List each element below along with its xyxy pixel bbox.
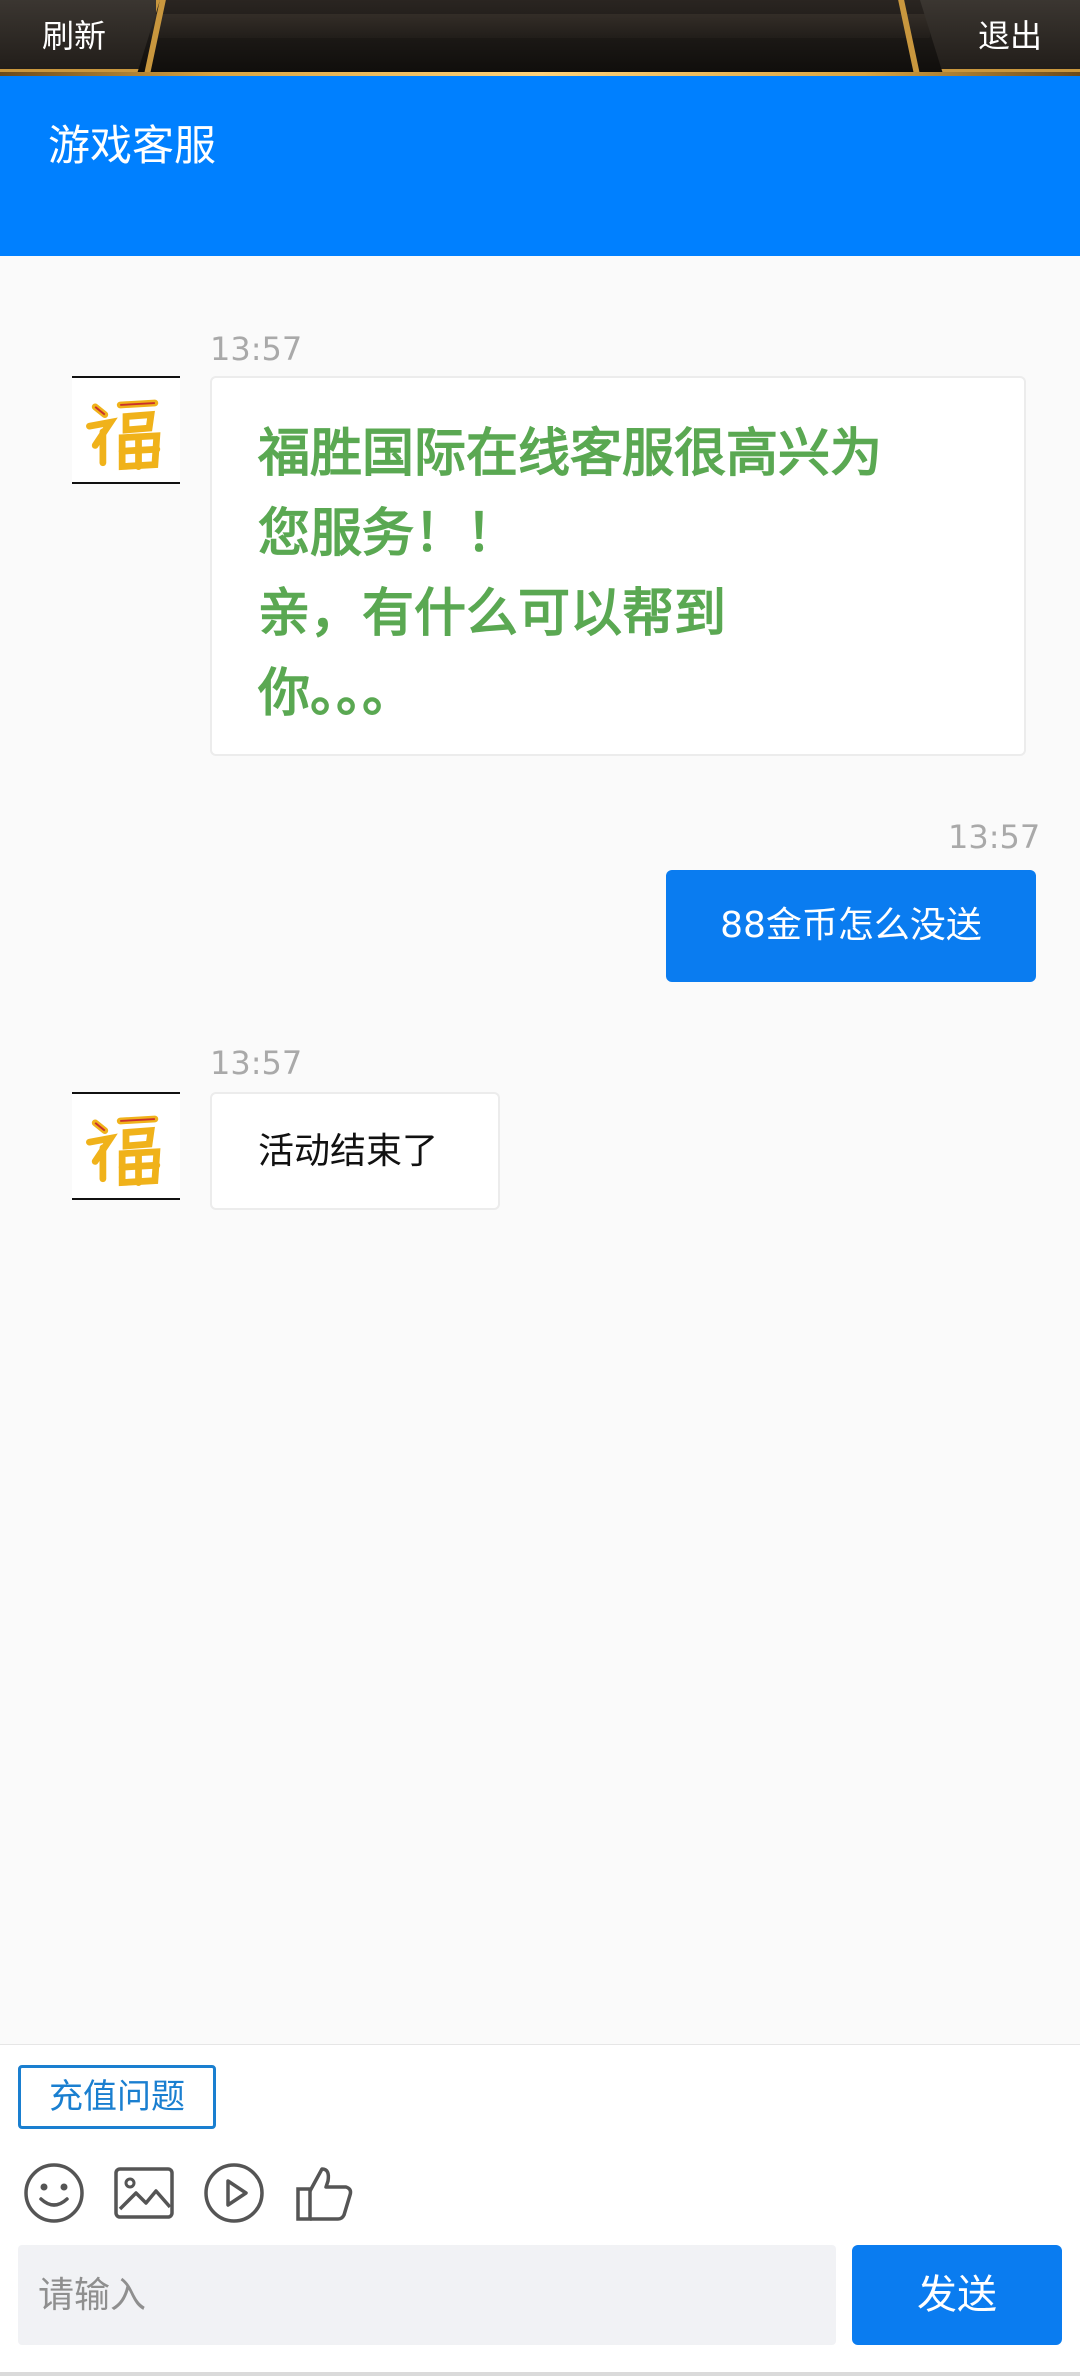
agent-message-bubble: 福胜国际在线客服很高兴为 您服务！！ 亲，有什么可以帮到 你。。。 bbox=[210, 376, 1026, 756]
exit-button[interactable]: 退出 bbox=[920, 0, 1080, 72]
top-bar-center bbox=[150, 14, 930, 38]
video-icon[interactable] bbox=[202, 2161, 266, 2225]
message-time: 13:57 bbox=[210, 1044, 303, 1082]
message-text: 活动结束了 bbox=[258, 1131, 439, 1172]
greeting-text: 福胜国际在线客服很高兴为 您服务！！ 亲，有什么可以帮到 你。。。 bbox=[258, 424, 883, 724]
send-button[interactable]: 发送 bbox=[852, 2245, 1062, 2345]
input-panel: 充值问题 请输入 发送 bbox=[0, 2044, 1080, 2376]
chat-page: 刷新 退出 游戏客服 13:57 福胜国际在线客服很高兴为 您服务！！ 亲，有什… bbox=[0, 0, 1080, 2376]
emoji-icon[interactable] bbox=[22, 2161, 86, 2225]
agent-avatar bbox=[72, 1092, 180, 1200]
refresh-button[interactable]: 刷新 bbox=[0, 0, 160, 72]
fu-avatar-icon bbox=[74, 378, 178, 482]
thumbs-up-icon[interactable] bbox=[292, 2161, 356, 2225]
bottom-divider bbox=[0, 2372, 1080, 2376]
agent-avatar bbox=[72, 376, 180, 484]
chat-header: 游戏客服 bbox=[0, 76, 1080, 256]
fu-avatar-icon bbox=[74, 1094, 178, 1198]
quick-reply-recharge-button[interactable]: 充值问题 bbox=[18, 2065, 216, 2129]
message-time: 13:57 bbox=[948, 818, 1041, 856]
agent-message-bubble: 活动结束了 bbox=[210, 1092, 500, 1210]
page-title: 游戏客服 bbox=[48, 121, 217, 170]
game-top-bar: 刷新 退出 bbox=[0, 0, 1080, 76]
message-input[interactable] bbox=[18, 2245, 836, 2345]
message-time: 13:57 bbox=[210, 330, 303, 368]
user-message-bubble: 88金币怎么没送 bbox=[666, 870, 1036, 982]
image-icon[interactable] bbox=[112, 2161, 176, 2225]
